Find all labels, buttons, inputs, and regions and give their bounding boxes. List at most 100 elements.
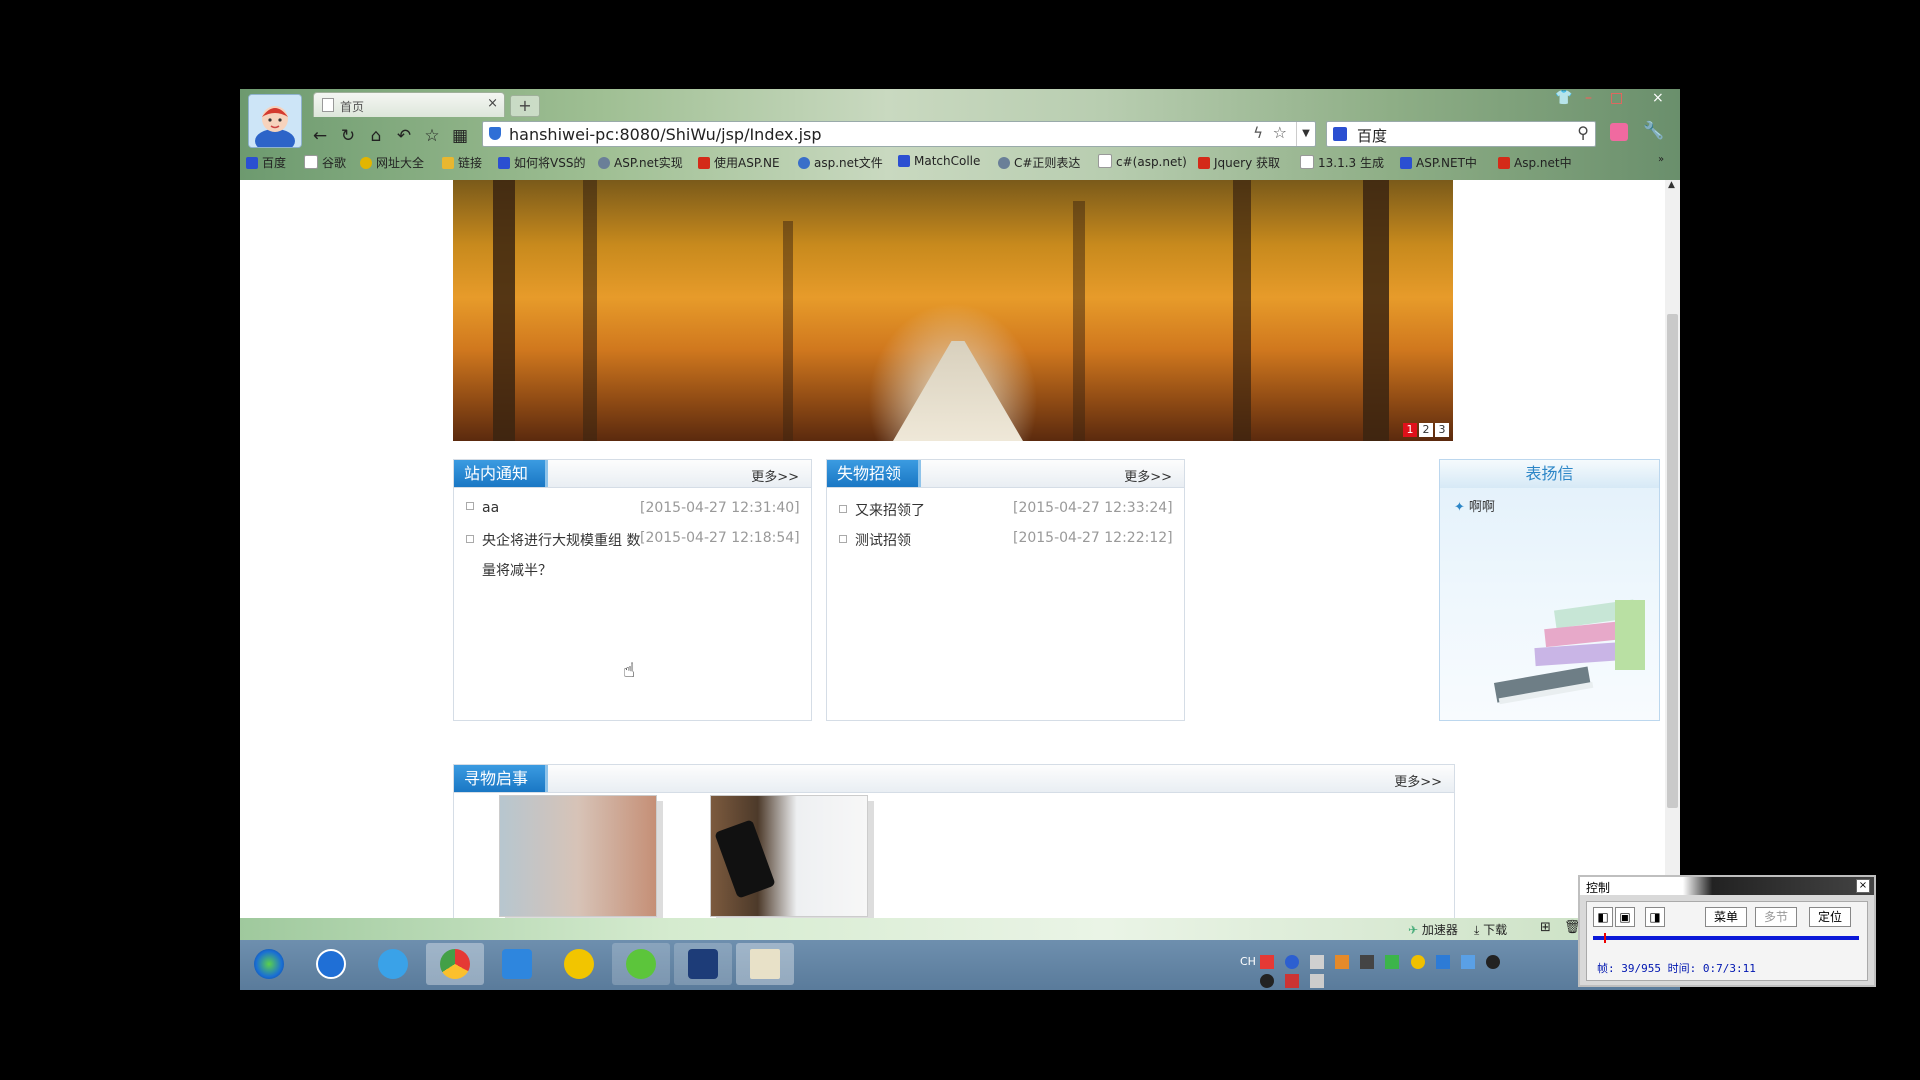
- tray-icon[interactable]: [1335, 955, 1350, 969]
- step-forward-button[interactable]: ◨: [1645, 907, 1665, 927]
- lost-item-thumbnail[interactable]: [499, 795, 657, 917]
- bookmark-item[interactable]: ASP.net实现: [598, 154, 683, 171]
- download-button[interactable]: ⤓ 下载: [1474, 921, 1507, 938]
- input-language[interactable]: CH: [1240, 955, 1256, 968]
- minimize-button[interactable]: –: [1585, 90, 1592, 106]
- taskbar-app-green[interactable]: [612, 943, 670, 985]
- tray-icon[interactable]: [1410, 955, 1425, 969]
- lost-more-link[interactable]: 更多>>: [1394, 771, 1442, 790]
- bookmark-item[interactable]: 13.1.3 生成: [1300, 154, 1384, 171]
- scroll-up-icon[interactable]: ▲: [1668, 180, 1675, 190]
- bookmark-item[interactable]: MatchColle: [898, 154, 980, 168]
- bookmark-item[interactable]: Jquery 获取: [1198, 154, 1280, 171]
- tray-icon[interactable]: [1435, 955, 1450, 969]
- add-icon[interactable]: ⊞: [1540, 920, 1551, 935]
- scrollbar-thumb[interactable]: [1667, 314, 1678, 808]
- found-item[interactable]: 又来招领了 [2015-04-27 12:33:24]: [839, 500, 1174, 520]
- taskbar-app-screen-tool[interactable]: [736, 943, 794, 985]
- progress-track[interactable]: [1593, 933, 1859, 943]
- tab-title: 首页: [340, 100, 365, 114]
- bookmark-label: 使用ASP.NE: [714, 156, 780, 170]
- taskbar-app-sogou[interactable]: [550, 943, 608, 985]
- bookmark-item[interactable]: asp.net文件: [798, 154, 883, 171]
- page-content: 123 站内通知 更多>> aa [2015-04-27 12:31:40] 央…: [240, 180, 1665, 918]
- menu-button[interactable]: 菜单: [1705, 907, 1747, 927]
- qq-icon[interactable]: [1485, 955, 1500, 969]
- skin-icon[interactable]: 👕: [1555, 90, 1572, 106]
- flash-icon[interactable]: ϟ: [1253, 124, 1263, 142]
- bookmark-item[interactable]: 如何将VSS的: [498, 154, 585, 171]
- taskbar-app-qq-browser[interactable]: [364, 943, 422, 985]
- notice-more-link[interactable]: 更多>>: [751, 466, 799, 485]
- bookmark-folder[interactable]: 链接: [442, 154, 482, 171]
- bookmark-item[interactable]: Asp.net中: [1498, 154, 1572, 171]
- bookmark-item[interactable]: 谷歌: [304, 154, 346, 171]
- bookmark-item[interactable]: 百度: [246, 154, 286, 171]
- accelerator-button[interactable]: ✈ 加速器: [1408, 921, 1458, 938]
- tray-icon[interactable]: [1310, 955, 1325, 969]
- progress-marker[interactable]: [1604, 933, 1606, 943]
- taskbar-app-feige[interactable]: [488, 943, 546, 985]
- url-dropdown-icon[interactable]: ▼: [1296, 122, 1315, 146]
- new-tab-button[interactable]: +: [510, 95, 540, 117]
- favorite-icon[interactable]: ☆: [420, 125, 444, 147]
- bookmark-item[interactable]: ASP.NET中: [1400, 154, 1477, 171]
- slide-2-button[interactable]: 2: [1419, 423, 1433, 437]
- user-avatar[interactable]: [248, 94, 302, 148]
- taskbar-app-s[interactable]: [674, 943, 732, 985]
- start-button[interactable]: [240, 943, 298, 985]
- search-box[interactable]: 百度 ⚲: [1326, 121, 1596, 147]
- slide-1-button[interactable]: 1: [1403, 423, 1417, 437]
- tray-icon[interactable]: [1285, 974, 1300, 988]
- tray-icon[interactable]: [1360, 955, 1375, 969]
- tab-close-icon[interactable]: ×: [487, 96, 498, 111]
- multi-section-button[interactable]: 多节: [1755, 907, 1797, 927]
- step-back-button[interactable]: ◧: [1593, 907, 1613, 927]
- banner-slider[interactable]: 123: [453, 180, 1453, 441]
- notice-item[interactable]: aa [2015-04-27 12:31:40]: [466, 500, 801, 516]
- search-icon[interactable]: ⚲: [1577, 123, 1589, 142]
- more-bookmarks-icon[interactable]: »: [1658, 154, 1664, 165]
- extension-icon[interactable]: [1610, 123, 1628, 141]
- address-bar[interactable]: hanshiwei-pc:8080/ShiWu/jsp/Index.jsp ϟ …: [482, 121, 1316, 147]
- help-icon[interactable]: [1285, 955, 1300, 969]
- bookmark-label: 如何将VSS的: [514, 156, 586, 170]
- refresh-icon[interactable]: ↻: [336, 125, 360, 147]
- home-icon[interactable]: ⌂: [364, 125, 388, 147]
- found-more-link[interactable]: 更多>>: [1124, 466, 1172, 485]
- qq-icon[interactable]: [1260, 974, 1274, 988]
- url-text: hanshiwei-pc:8080/ShiWu/jsp/Index.jsp: [509, 125, 822, 144]
- slide-3-button[interactable]: 3: [1435, 423, 1449, 437]
- tray-icon[interactable]: [1460, 955, 1475, 969]
- network-icon[interactable]: [1310, 974, 1325, 988]
- tab-home[interactable]: 首页 ×: [313, 92, 505, 117]
- stop-button[interactable]: ▣: [1615, 907, 1635, 927]
- hand-cursor-icon: ☝: [623, 658, 636, 682]
- control-titlebar[interactable]: 控制 ×: [1580, 877, 1874, 895]
- taskbar-app-chrome[interactable]: [426, 943, 484, 985]
- locate-button[interactable]: 定位: [1809, 907, 1851, 927]
- notice-item-date: [2015-04-27 12:18:54]: [640, 530, 800, 546]
- vertical-scrollbar[interactable]: ▲: [1665, 180, 1680, 918]
- bookmark-label: asp.net文件: [814, 156, 883, 170]
- taskbar-app-kugou[interactable]: [302, 943, 360, 985]
- praise-item[interactable]: ✦ 啊啊: [1454, 496, 1495, 515]
- wrench-menu-icon[interactable]: 🔧: [1643, 121, 1664, 141]
- undo-icon[interactable]: ↶: [392, 125, 416, 147]
- bookmark-item[interactable]: 网址大全: [360, 154, 424, 171]
- bookmark-star-icon[interactable]: ☆: [1273, 123, 1287, 142]
- apps-icon[interactable]: ▦: [448, 125, 472, 147]
- sogou-ime-icon[interactable]: [1260, 955, 1274, 969]
- bookmark-item[interactable]: 使用ASP.NE: [698, 154, 780, 171]
- close-window-button[interactable]: ×: [1652, 90, 1664, 106]
- back-icon[interactable]: ←: [308, 125, 332, 147]
- bookmark-item[interactable]: C#正则表达: [998, 154, 1080, 171]
- maximize-button[interactable]: □: [1610, 90, 1623, 106]
- control-close-button[interactable]: ×: [1856, 879, 1870, 893]
- bookmark-item[interactable]: c#(asp.net): [1098, 154, 1187, 169]
- found-item[interactable]: 测试招领 [2015-04-27 12:22:12]: [839, 530, 1174, 550]
- shield-tray-icon[interactable]: [1385, 955, 1400, 969]
- praise-item-title: 啊啊: [1468, 500, 1495, 515]
- lost-item-thumbnail[interactable]: [710, 795, 868, 917]
- notice-item[interactable]: 央企将进行大规模重组 数 [2015-04-27 12:18:54] 量将减半？: [466, 530, 801, 580]
